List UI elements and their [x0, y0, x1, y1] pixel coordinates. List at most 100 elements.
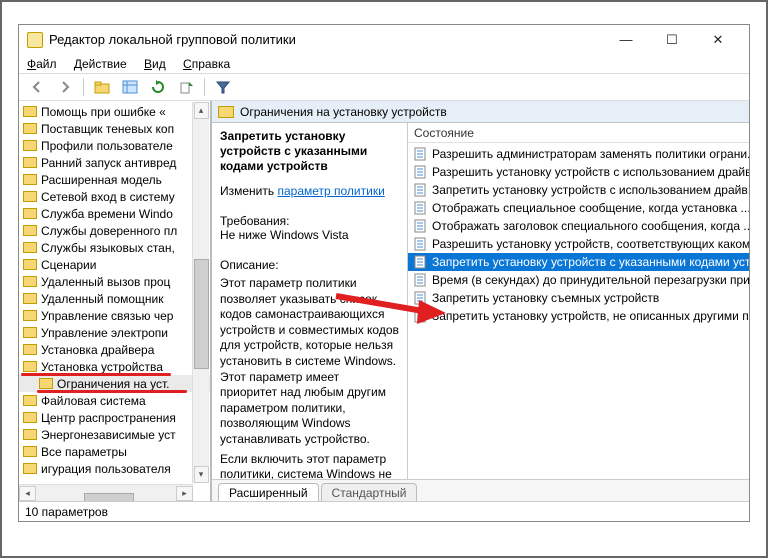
- policy-icon: [412, 291, 428, 305]
- tree-h-scrollbar[interactable]: ◂ ▸: [19, 484, 193, 501]
- list-pane[interactable]: Состояние Разрешить администраторам заме…: [408, 123, 749, 479]
- list-item[interactable]: Запретить установку устройств, не описан…: [408, 307, 749, 325]
- col-state[interactable]: Состояние: [412, 124, 480, 142]
- maximize-button[interactable]: ☐: [649, 25, 695, 55]
- policy-icon: [412, 309, 428, 323]
- list-item[interactable]: Запретить установку съемных устройств: [408, 289, 749, 307]
- tree-item[interactable]: Служба времени Windo: [19, 205, 210, 222]
- tree-item-label: Все параметры: [41, 445, 127, 459]
- scroll-left-icon[interactable]: ◂: [19, 486, 36, 501]
- folder-icon: [23, 395, 37, 406]
- tree-item[interactable]: Файловая система: [19, 392, 210, 409]
- tree-item-label: Центр распространения: [41, 411, 176, 425]
- folder-icon: [23, 106, 37, 117]
- tree-item-label: Сетевой вход в систему: [41, 190, 175, 204]
- scroll-up-icon[interactable]: ▴: [194, 102, 209, 119]
- tree-item[interactable]: Удаленный вызов проц: [19, 273, 210, 290]
- edit-policy-link[interactable]: параметр политики: [277, 184, 384, 198]
- folder-icon: [23, 157, 37, 168]
- list-item[interactable]: Отображать специальное сообщение, когда …: [408, 199, 749, 217]
- list-item[interactable]: Запретить установку устройств с указанны…: [408, 253, 749, 271]
- list-item[interactable]: Разрешить установку устройств, соответст…: [408, 235, 749, 253]
- tree-item[interactable]: Центр распространения: [19, 409, 210, 426]
- list-item[interactable]: Время (в секундах) до принудительной пер…: [408, 271, 749, 289]
- annotation-underline: [21, 373, 171, 376]
- export-button[interactable]: [174, 76, 198, 98]
- tree-item-label: Установка драйвера: [41, 343, 154, 357]
- description-body-1: Этот параметр политики позволяет указыва…: [220, 276, 399, 448]
- policy-icon: [412, 183, 428, 197]
- tree-item-label: Удаленный вызов проц: [41, 275, 170, 289]
- folder-icon: [23, 276, 37, 287]
- tree-item[interactable]: Сценарии: [19, 256, 210, 273]
- folder-icon: [23, 446, 37, 457]
- scroll-down-icon[interactable]: ▾: [194, 466, 209, 483]
- tree-item[interactable]: Службы доверенного пл: [19, 222, 210, 239]
- statusbar: 10 параметров: [19, 501, 749, 521]
- back-button[interactable]: [25, 76, 49, 98]
- close-button[interactable]: ✕: [695, 25, 741, 55]
- content-header: Ограничения на установку устройств: [212, 101, 749, 123]
- tab-standard[interactable]: Стандартный: [321, 483, 418, 501]
- tree-item-label: Ранний запуск антивред: [41, 156, 176, 170]
- list-item-label: Разрешить администраторам заменять полит…: [432, 147, 749, 161]
- list-item[interactable]: Отображать заголовок специального сообще…: [408, 217, 749, 235]
- tree-item[interactable]: Энергонезависимые уст: [19, 426, 210, 443]
- filter-button[interactable]: [211, 76, 235, 98]
- tree-item[interactable]: Управление связью чер: [19, 307, 210, 324]
- tree-item-label: Служба времени Windo: [41, 207, 173, 221]
- tree-item[interactable]: Помощь при ошибке «: [19, 103, 210, 120]
- policy-icon: [412, 273, 428, 287]
- folder-icon: [23, 344, 37, 355]
- tree-panel[interactable]: Помощь при ошибке « Поставщик теневых коп…: [19, 101, 211, 501]
- tree-item[interactable]: Службы языковых стан,: [19, 239, 210, 256]
- tree-item[interactable]: Ранний запуск антивред: [19, 154, 210, 171]
- policy-icon: [412, 201, 428, 215]
- tab-extended[interactable]: Расширенный: [218, 483, 319, 501]
- folder-icon: [23, 361, 37, 372]
- list-item-label: Время (в секундах) до принудительной пер…: [432, 273, 749, 287]
- tree-item[interactable]: Сетевой вход в систему: [19, 188, 210, 205]
- folder-icon: [39, 378, 53, 389]
- folder-icon: [23, 242, 37, 253]
- policy-icon: [412, 219, 428, 233]
- minimize-button[interactable]: —: [603, 25, 649, 55]
- tree-item[interactable]: Удаленный помощник: [19, 290, 210, 307]
- menu-action[interactable]: Действие: [74, 57, 127, 71]
- list-item[interactable]: Разрешить администраторам заменять полит…: [408, 145, 749, 163]
- tree-item[interactable]: Профили пользователе: [19, 137, 210, 154]
- titlebar: Редактор локальной групповой политики — …: [19, 25, 749, 55]
- list-item-label: Разрешить установку устройств с использо…: [432, 165, 749, 179]
- tree-item-label: Поставщик теневых коп: [41, 122, 174, 136]
- menu-help[interactable]: Справка: [183, 57, 230, 71]
- tree-item-label: Файловая система: [41, 394, 146, 408]
- list-header-row: Состояние: [408, 123, 749, 143]
- list-item-label: Отображать специальное сообщение, когда …: [432, 201, 749, 215]
- tree-item[interactable]: Все параметры: [19, 443, 210, 460]
- tree-item[interactable]: Управление электропи: [19, 324, 210, 341]
- refresh-button[interactable]: [146, 76, 170, 98]
- list-item-label: Отображать заголовок специального сообще…: [432, 219, 749, 233]
- tree-item[interactable]: Установка драйвера: [19, 341, 210, 358]
- list-body[interactable]: Разрешить администраторам заменять полит…: [408, 143, 749, 479]
- tree-item-label: Ограничения на уст.: [57, 377, 169, 391]
- view-tabs: Расширенный Стандартный: [212, 479, 749, 501]
- scroll-right-icon[interactable]: ▸: [176, 486, 193, 501]
- description-pane: Запретить установку устройств с указанны…: [212, 123, 408, 479]
- tree-item[interactable]: игурация пользователя: [19, 460, 210, 477]
- folder-icon: [23, 412, 37, 423]
- tree-item[interactable]: Расширенная модель: [19, 171, 210, 188]
- list-view-button[interactable]: [118, 76, 142, 98]
- menu-view[interactable]: Вид: [144, 57, 166, 71]
- list-item[interactable]: Разрешить установку устройств с использо…: [408, 163, 749, 181]
- tree-item[interactable]: Поставщик теневых коп: [19, 120, 210, 137]
- tree-item-label: игурация пользователя: [41, 462, 171, 476]
- tree-v-scrollbar[interactable]: ▴ ▾: [192, 102, 209, 483]
- description-body-2: Если включить этот параметр политики, си…: [220, 452, 399, 479]
- folder-button[interactable]: [90, 76, 114, 98]
- list-item[interactable]: Запретить установку устройств с использо…: [408, 181, 749, 199]
- folder-icon: [23, 310, 37, 321]
- menu-file[interactable]: Файл: [27, 57, 57, 71]
- menubar: Файл Действие Вид Справка: [19, 55, 749, 73]
- forward-button[interactable]: [53, 76, 77, 98]
